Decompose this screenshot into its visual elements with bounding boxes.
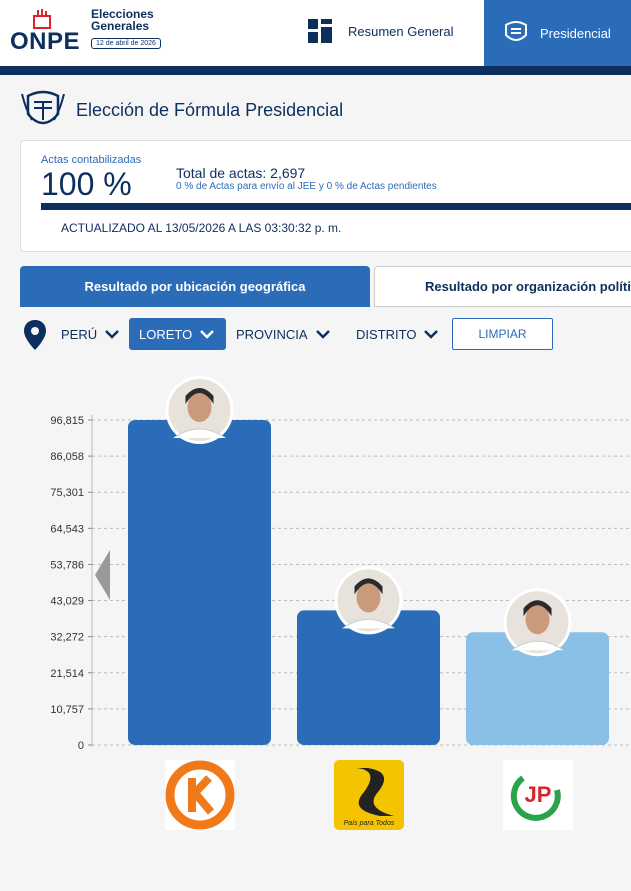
filter-district-label: DISTRITO [356,326,417,342]
top-bar: ONPE Elecciones Generales 12 de abril de… [0,0,631,66]
filter-country-label: PERÚ [61,326,98,342]
chevron-down-icon [200,330,215,339]
tab-organization[interactable]: Resultado por organización política [374,266,631,307]
tab-geographic[interactable]: Resultado por ubicación geográfica [20,266,370,307]
dashboard-icon [308,19,332,43]
y-tick-label: 64,543 [50,523,84,535]
juntos-por-el-peru-logo-icon: JP [503,760,573,830]
peru-coat-of-arms-icon [21,90,65,125]
y-tick-label: 96,815 [50,415,84,427]
clear-filters-button[interactable]: LIMPIAR [452,318,553,350]
nav-presidencial[interactable]: Presidencial [484,0,631,66]
actas-progress-bar [41,203,631,210]
filter-district[interactable]: DISTRITO [356,318,439,350]
y-tick-label: 0 [78,740,84,752]
scroll-left-icon[interactable] [95,550,110,600]
updated-timestamp: ACTUALIZADO AL 13/05/2026 A LAS 03:30:32… [61,221,342,235]
header-stripe [0,66,631,75]
nav-resumen-label: Resumen General [348,23,454,39]
y-tick-label: 21,514 [50,668,84,680]
y-tick-label: 10,757 [50,704,84,716]
pais-para-todos-logo-icon: País para Todos [334,760,404,830]
filter-region-label: LORETO [139,326,193,342]
total-actas: Total de actas: 2,697 [176,165,306,181]
svg-text:JP: JP [525,782,552,807]
y-tick-label: 53,786 [50,559,84,571]
nav-resumen-general[interactable]: Resumen General [308,19,454,43]
y-tick-label: 32,272 [50,632,84,644]
coat-of-arms-icon [505,21,527,41]
party-logo-text: País para Todos [344,820,395,827]
fuerza-popular-logo-icon [165,760,235,830]
onpe-logo-icon [33,9,51,29]
election-title: Elecciones Generales [91,7,154,33]
actas-status-note: 0 % de Actas para envío al JEE y 0 % de … [176,181,437,192]
location-filters: PERÚ LORETO PROVINCIA DISTRITO LIMPIAR [24,318,631,350]
nav-presidencial-label: Presidencial [540,25,611,41]
filter-country[interactable]: PERÚ [61,318,120,350]
filter-province-label: PROVINCIA [236,326,308,342]
location-pin-icon [24,320,46,350]
onpe-logo-text[interactable]: ONPE [10,28,80,56]
chevron-down-icon [424,330,439,339]
bar-candidate-1 [128,420,271,745]
summary-card: Actas contabilizadas 100 % Total de acta… [20,140,631,252]
filter-province[interactable]: PROVINCIA [236,318,330,350]
page-header: Elección de Fórmula Presidencial [20,88,343,132]
election-date: 12 de abril de 2026 [91,38,161,49]
chevron-down-icon [315,330,330,339]
actas-label: Actas contabilizadas [41,154,142,166]
y-tick-label: 43,029 [50,596,84,608]
chevron-down-icon [105,330,120,339]
y-tick-label: 75,301 [50,487,84,499]
filter-region[interactable]: LORETO [129,318,226,350]
page-title: Elección de Fórmula Presidencial [76,99,344,120]
y-tick-label: 86,058 [50,451,84,463]
actas-percentage: 100 % [41,166,132,202]
